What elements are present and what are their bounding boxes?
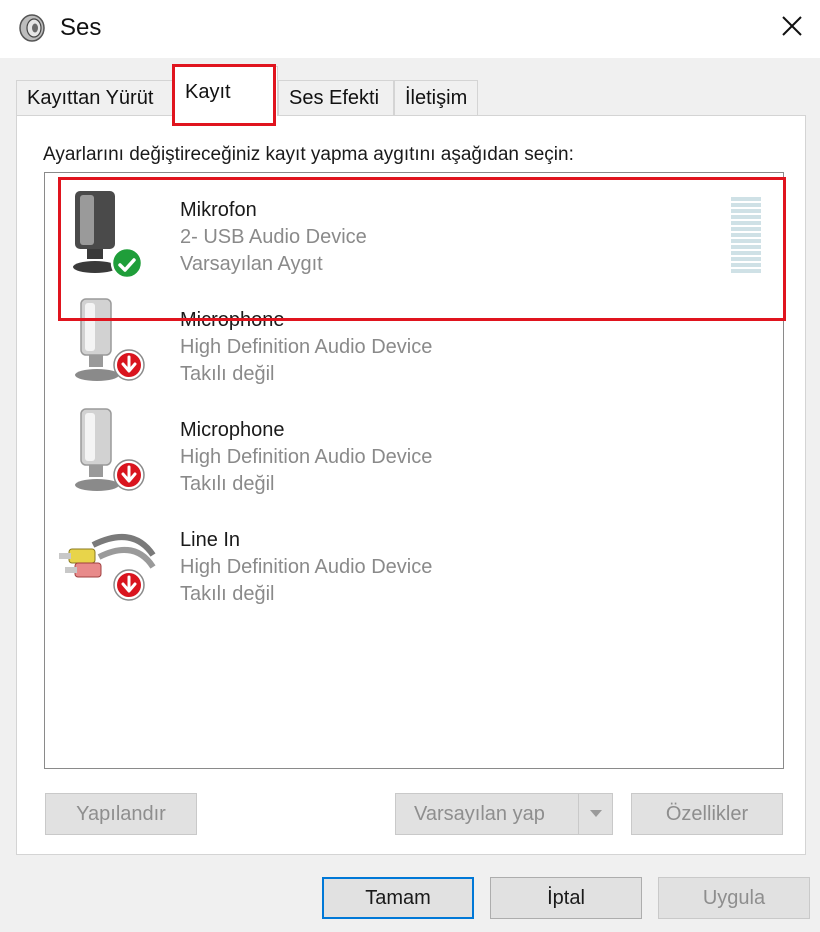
close-button[interactable] — [768, 6, 816, 50]
tab-recording-label: Kayıt — [185, 81, 231, 103]
level-meter — [731, 197, 761, 277]
device-list[interactable]: Mikrofon 2- USB Audio Device Varsayılan … — [44, 172, 784, 769]
close-icon — [780, 14, 804, 43]
properties-button-label: Özellikler — [665, 802, 749, 825]
apply-button-label: Uygula — [702, 886, 766, 909]
tab-playback-label: Kayıttan Yürüt — [27, 87, 154, 109]
default-check-icon — [112, 250, 142, 280]
window-title: Ses — [60, 14, 102, 41]
apply-button[interactable]: Uygula — [658, 877, 810, 919]
device-status: Takılı değil — [180, 363, 275, 385]
microphone-icon — [53, 285, 163, 395]
chevron-down-icon[interactable] — [578, 794, 612, 834]
line-in-cable-icon — [53, 505, 163, 615]
device-description: 2- USB Audio Device — [180, 226, 367, 248]
device-description: High Definition Audio Device — [180, 556, 433, 578]
device-description: High Definition Audio Device — [180, 336, 433, 358]
unplugged-arrow-icon — [114, 460, 144, 490]
configure-button[interactable]: Yapılandır — [45, 793, 197, 835]
set-default-button[interactable]: Varsayılan yap — [395, 793, 613, 835]
usb-microphone-icon — [53, 175, 163, 285]
device-item-line-in[interactable]: Line In High Definition Audio Device Tak… — [45, 505, 783, 615]
tab-recording[interactable]: Kayıt — [174, 66, 278, 116]
tab-communications[interactable]: İletişim — [394, 80, 478, 116]
speaker-icon — [16, 12, 48, 44]
device-status: Takılı değil — [180, 583, 275, 605]
device-name: Line In — [180, 529, 241, 551]
device-description: High Definition Audio Device — [180, 446, 433, 468]
title-bar: Ses — [0, 0, 820, 58]
cancel-button[interactable]: İptal — [490, 877, 642, 919]
device-name: Microphone — [180, 309, 285, 331]
unplugged-arrow-icon — [114, 570, 144, 600]
device-item-microphone-2[interactable]: Microphone High Definition Audio Device … — [45, 395, 783, 505]
recording-panel: Ayarlarını değiştireceğiniz kayıt yapma … — [16, 115, 806, 855]
device-item-usb-microphone[interactable]: Mikrofon 2- USB Audio Device Varsayılan … — [45, 175, 783, 285]
device-name: Mikrofon — [180, 199, 257, 221]
microphone-icon — [53, 395, 163, 505]
properties-button[interactable]: Özellikler — [631, 793, 783, 835]
tab-playback[interactable]: Kayıttan Yürüt — [16, 80, 174, 116]
configure-button-label: Yapılandır — [76, 802, 166, 825]
instruction-text: Ayarlarını değiştireceğiniz kayıt yapma … — [43, 144, 574, 165]
tab-communications-label: İletişim — [405, 87, 468, 109]
device-status: Takılı değil — [180, 473, 275, 495]
device-name: Microphone — [180, 419, 285, 441]
device-status: Varsayılan Aygıt — [180, 253, 323, 275]
unplugged-arrow-icon — [114, 350, 144, 380]
ok-button[interactable]: Tamam — [322, 877, 474, 919]
tab-sounds-label: Ses Efekti — [289, 87, 380, 109]
set-default-button-label: Varsayılan yap — [414, 802, 545, 825]
device-item-microphone-1[interactable]: Microphone High Definition Audio Device … — [45, 285, 783, 395]
cancel-button-label: İptal — [547, 886, 585, 909]
tab-sounds[interactable]: Ses Efekti — [278, 80, 394, 116]
ok-button-label: Tamam — [365, 886, 431, 909]
